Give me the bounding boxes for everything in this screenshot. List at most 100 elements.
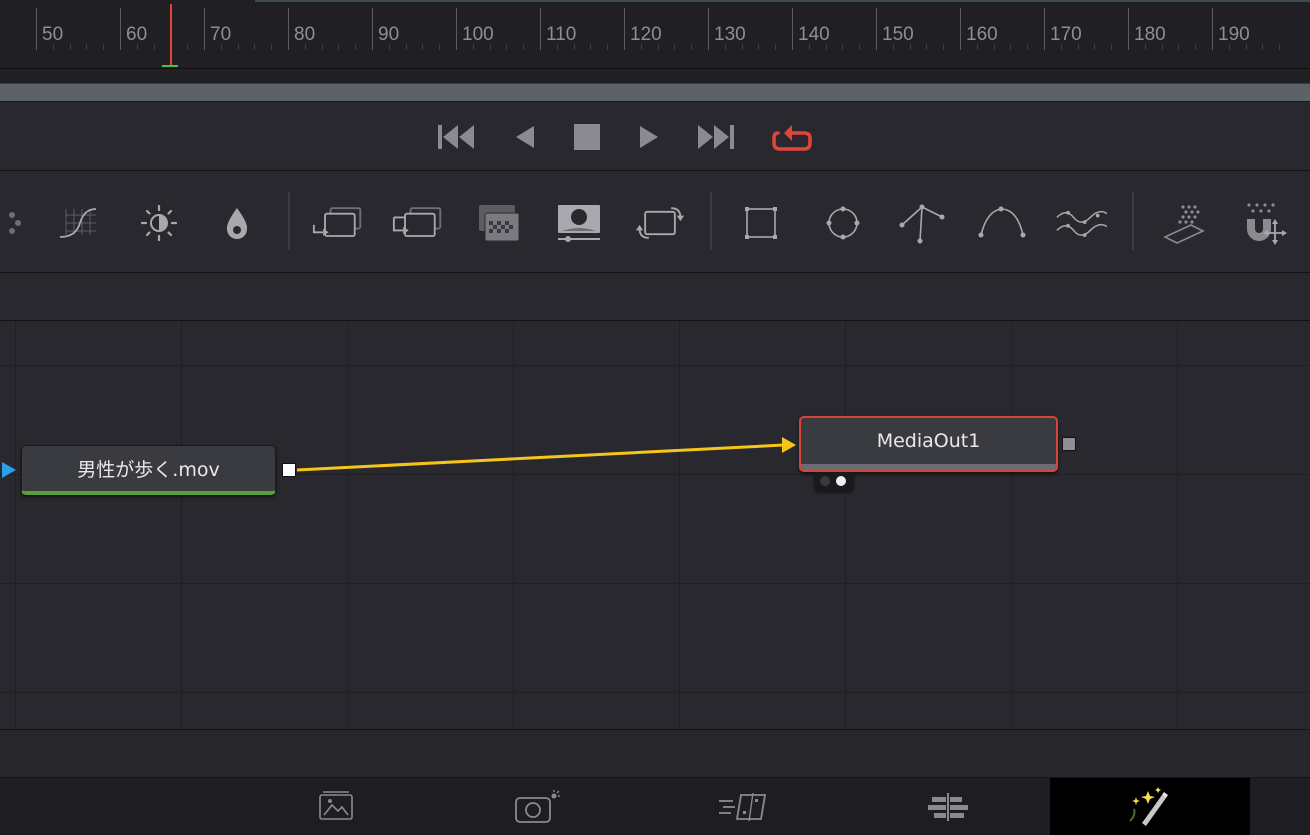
curves-tool[interactable] xyxy=(52,198,104,248)
ruler-tick-label: 80 xyxy=(294,24,316,45)
page-tab-edit[interactable] xyxy=(643,778,843,835)
ruler-tick-label: 120 xyxy=(630,24,662,45)
node-graph-footer xyxy=(0,729,1310,778)
ruler-minor-tick xyxy=(86,44,88,50)
ruler-minor-tick xyxy=(590,44,592,50)
ruler-minor-tick xyxy=(993,44,995,50)
ruler-minor-tick xyxy=(523,44,525,50)
color-corrector-tool[interactable] xyxy=(211,198,263,248)
ruler-minor-tick xyxy=(892,44,894,50)
ruler-minor-tick xyxy=(321,44,323,50)
play-reverse-icon xyxy=(516,126,534,148)
ruler-tick xyxy=(960,8,961,50)
toolbar-separator xyxy=(1132,192,1134,250)
ruler-minor-tick xyxy=(136,44,138,50)
stop-icon xyxy=(574,124,600,150)
ellipse-mask-icon xyxy=(826,206,860,240)
play-forward-button[interactable] xyxy=(627,120,671,154)
transform-tool[interactable] xyxy=(634,198,686,248)
ruler-minor-tick xyxy=(69,44,71,50)
ruler-minor-tick xyxy=(338,44,340,50)
merge-icon xyxy=(312,207,362,237)
rectangle-mask-tool[interactable] xyxy=(735,198,787,248)
brightness-contrast-tool[interactable] xyxy=(133,198,185,248)
ruler-minor-tick xyxy=(355,44,357,50)
node-connection-line xyxy=(296,443,785,472)
media-out-output-port[interactable] xyxy=(1062,437,1076,451)
media-page-icon xyxy=(319,790,353,820)
timeline-ruler[interactable]: 50 60 70 80 90 100 110 120 130 140 150 160 170 180 190 xyxy=(0,0,1310,69)
prender-tool[interactable] xyxy=(1238,198,1290,248)
scrub-bar[interactable] xyxy=(0,83,1310,103)
loop-button[interactable] xyxy=(770,120,814,154)
channel-booleans-tool[interactable] xyxy=(392,198,444,248)
media-out-node[interactable]: MediaOut1 xyxy=(799,416,1058,472)
media-in-node[interactable]: 男性が歩く.mov xyxy=(21,445,276,495)
ruler-minor-tick xyxy=(657,44,659,50)
play-reverse-button[interactable] xyxy=(502,120,546,154)
ruler-tick-label: 110 xyxy=(546,24,577,45)
go-to-end-button[interactable] xyxy=(694,120,738,154)
mask-paint-icon xyxy=(558,205,600,242)
ruler-minor-tick xyxy=(103,44,105,50)
ruler-tick xyxy=(876,8,877,50)
go-to-start-button[interactable] xyxy=(436,120,480,154)
ruler-tick-label: 130 xyxy=(714,24,746,45)
cut-page-icon xyxy=(515,789,560,823)
ruler-minor-tick xyxy=(237,44,239,50)
ruler-minor-tick xyxy=(271,44,273,50)
page-tab-color[interactable] xyxy=(1050,778,1250,835)
ruler-minor-tick xyxy=(1060,44,1062,50)
ruler-minor-tick xyxy=(304,44,306,50)
ruler-minor-tick xyxy=(1094,44,1096,50)
playhead[interactable] xyxy=(170,4,172,66)
ruler-clip-strip xyxy=(255,0,1310,2)
ellipse-mask-tool[interactable] xyxy=(817,198,869,248)
bspline-mask-tool[interactable] xyxy=(976,198,1028,248)
ruler-minor-tick xyxy=(1144,44,1146,50)
ruler-minor-tick xyxy=(758,44,760,50)
ruler-tick xyxy=(1044,8,1045,50)
node-graph[interactable]: 男性が歩く.mov MediaOut1 xyxy=(0,321,1310,729)
ruler-tick xyxy=(1128,8,1129,50)
page-tab-cut[interactable] xyxy=(438,778,638,835)
ruler-minor-tick xyxy=(405,44,407,50)
ruler-minor-tick xyxy=(1195,44,1197,50)
ruler-tick-label: 150 xyxy=(882,24,914,45)
color-page-icon xyxy=(1129,786,1168,826)
media-out-view-indicators[interactable] xyxy=(814,472,854,492)
media-out-input-port xyxy=(782,437,796,453)
page-tab-media[interactable] xyxy=(236,778,436,835)
merge-tool[interactable] xyxy=(312,198,364,248)
matte-control-tool[interactable] xyxy=(472,198,524,248)
page-tab-fusion[interactable] xyxy=(848,778,1048,835)
ruler-tick xyxy=(204,8,205,50)
ruler-minor-tick xyxy=(724,44,726,50)
brightness-contrast-icon xyxy=(140,204,178,242)
color-corrector-icon xyxy=(226,208,248,239)
ruler-tick xyxy=(792,8,793,50)
stop-button[interactable] xyxy=(565,120,609,154)
pemitter-tool[interactable] xyxy=(1160,198,1212,248)
wave-mask-tool[interactable] xyxy=(1055,198,1107,248)
pemitter-icon xyxy=(1163,205,1205,244)
mask-paint-tool[interactable] xyxy=(553,198,605,248)
ruler-minor-tick xyxy=(640,44,642,50)
media-in-output-port[interactable] xyxy=(282,463,296,477)
ruler-minor-tick xyxy=(1027,44,1029,50)
polygon-mask-tool[interactable] xyxy=(897,198,949,248)
ruler-tick-label: 90 xyxy=(378,24,400,45)
ruler-tick xyxy=(1212,8,1213,50)
ruler-tick-label: 140 xyxy=(798,24,830,45)
ruler-minor-tick xyxy=(556,44,558,50)
ruler-minor-tick xyxy=(842,44,844,50)
wave-mask-icon xyxy=(1056,210,1107,237)
ruler-tick xyxy=(372,8,373,50)
ruler-minor-tick xyxy=(573,44,575,50)
view-indicator-left[interactable] xyxy=(820,476,830,486)
view-indicator-right[interactable] xyxy=(836,476,846,486)
ruler-minor-tick xyxy=(926,44,928,50)
particles-tool[interactable] xyxy=(0,198,34,248)
ruler-minor-tick xyxy=(1262,44,1264,50)
ruler-minor-tick xyxy=(859,44,861,50)
